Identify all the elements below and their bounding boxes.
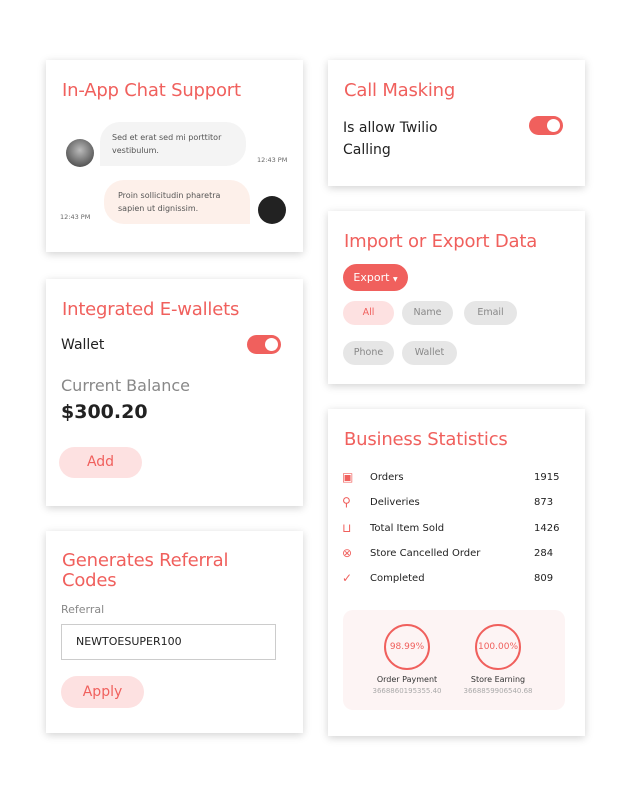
card-title: Integrated E-wallets bbox=[62, 299, 240, 320]
bag-icon: ▣ bbox=[342, 470, 354, 484]
filter-name[interactable]: Name bbox=[402, 301, 453, 325]
stat-completed: ✓ Completed 809 bbox=[342, 571, 554, 585]
card-title: Generates Referral Codes bbox=[62, 550, 229, 591]
referral-label: Referral bbox=[61, 603, 105, 616]
stat-deliveries: ⚲ Deliveries 873 bbox=[342, 495, 554, 509]
card-title: Business Statistics bbox=[344, 429, 508, 450]
filter-all[interactable]: All bbox=[343, 301, 394, 325]
filter-phone[interactable]: Phone bbox=[343, 341, 394, 365]
basket-icon: ⊔ bbox=[342, 521, 352, 535]
summary-panel: 98.99% Order Payment 3668860195355.40 10… bbox=[343, 610, 565, 710]
business-statistics-card: Business Statistics ▣ Orders 1915 ⚲ Deliver… bbox=[328, 409, 585, 736]
cancel-circle-icon: ⊗ bbox=[342, 546, 353, 560]
delivery-icon: ⚲ bbox=[342, 495, 351, 509]
referral-input[interactable]: NEWTOESUPER100 bbox=[61, 624, 276, 660]
filter-email[interactable]: Email bbox=[464, 301, 517, 325]
outgoing-message: Proin sollicitudin pharetra sapien ut di… bbox=[104, 180, 250, 224]
referral-card: Generates Referral Codes Referral NEWTOE… bbox=[46, 531, 303, 733]
avatar bbox=[66, 139, 94, 167]
card-title: Call Masking bbox=[344, 80, 456, 101]
card-title: Import or Export Data bbox=[344, 231, 538, 252]
export-label: Export bbox=[353, 271, 390, 284]
stat-items-sold: ⊔ Total Item Sold 1426 bbox=[342, 521, 560, 535]
order-payment-ring: 98.99% bbox=[384, 624, 430, 670]
balance-label: Current Balance bbox=[61, 376, 190, 395]
ring-amount: 3668859906540.68 bbox=[463, 687, 533, 695]
apply-button[interactable]: Apply bbox=[61, 676, 144, 708]
add-button[interactable]: Add bbox=[59, 447, 142, 478]
ring-label: Store Earning bbox=[470, 675, 526, 684]
caret-down-icon: ▼ bbox=[392, 276, 398, 283]
incoming-message: Sed et erat sed mi porttitor vestibulum. bbox=[100, 122, 246, 166]
message-time: 12:43 PM bbox=[60, 213, 91, 221]
filter-wallet[interactable]: Wallet bbox=[402, 341, 457, 365]
balance-value: $300.20 bbox=[61, 401, 148, 423]
call-masking-card: Call Masking Is allow Twilio Calling bbox=[328, 60, 585, 186]
wallet-label: Wallet bbox=[61, 337, 105, 353]
check-circle-icon: ✓ bbox=[342, 571, 353, 585]
store-earning-ring: 100.00% bbox=[475, 624, 521, 670]
message-time: 12:43 PM bbox=[257, 156, 288, 164]
stat-orders: ▣ Orders 1915 bbox=[342, 470, 560, 484]
ewallet-card: Integrated E-wallets Wallet Current Bala… bbox=[46, 279, 303, 506]
card-title: In-App Chat Support bbox=[62, 80, 241, 101]
wallet-toggle[interactable] bbox=[247, 335, 281, 354]
import-export-card: Import or Export Data Export ▼ All Name … bbox=[328, 211, 585, 384]
avatar bbox=[258, 196, 286, 224]
stat-cancelled: ⊗ Store Cancelled Order 284 bbox=[342, 546, 554, 560]
export-dropdown[interactable]: Export ▼ bbox=[343, 264, 408, 291]
chat-support-card: In-App Chat Support Sed et erat sed mi p… bbox=[46, 60, 303, 252]
twilio-toggle[interactable] bbox=[529, 116, 563, 135]
twilio-label: Is allow Twilio Calling bbox=[343, 120, 438, 158]
